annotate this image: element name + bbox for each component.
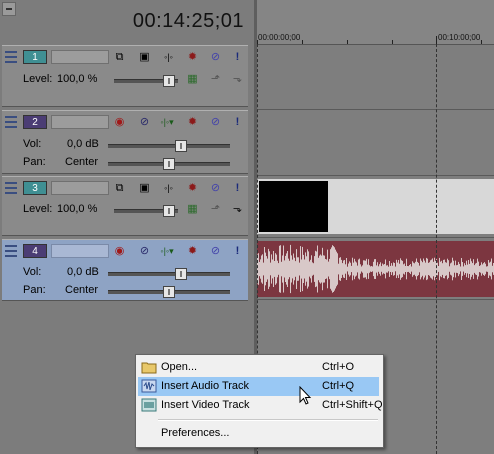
track-name-field[interactable] [51,115,109,129]
volume-slider[interactable] [108,268,230,280]
vol-label: Vol: [23,266,42,278]
move-down-icon[interactable]: ⬎ [231,73,244,86]
parent-icon[interactable]: ▣ [138,51,151,64]
level-label: Level: [23,73,53,85]
level-label: Level: [23,203,53,215]
menu-item-insert-audio-track[interactable]: Insert Audio Track Ctrl+Q [138,377,379,396]
vol-label: Vol: [23,138,42,150]
pan-value: Center [65,156,99,168]
compositing-icon[interactable]: ⧉ [113,51,126,64]
parent-icon[interactable]: ▣ [138,182,151,195]
move-down-icon[interactable]: ⬎ [231,203,244,216]
pan-value: Center [65,284,99,296]
mouse-cursor-icon [299,386,312,405]
volume-slider-thumb[interactable] [175,140,188,152]
invert-phase-icon[interactable]: ⊘ [138,245,151,258]
track-number: 3 [23,181,47,195]
timecode-display: 00:14:25;01 [132,10,244,32]
level-slider-thumb[interactable] [162,205,175,217]
pan-slider-thumb[interactable] [163,286,175,298]
track-lane-3[interactable] [257,176,494,238]
track-lane-1[interactable] [257,45,494,110]
compositing-icon[interactable]: ⧉ [113,182,126,195]
video-thumbnail [259,181,328,232]
mute-icon[interactable]: ⊘ [209,116,222,129]
fx-icon[interactable]: ◦|◦▾ [156,245,178,258]
menu-item-preferences[interactable]: Preferences... [138,424,379,443]
volume-slider-thumb[interactable] [175,268,188,280]
pan-label: Pan: [23,156,46,168]
menu-item-open[interactable]: Open... Ctrl+O [138,358,379,377]
move-up-icon[interactable]: ⬏ [209,73,222,86]
track-grip-icon[interactable] [5,182,17,198]
solo-icon[interactable]: ! [231,245,244,258]
track-motion-icon[interactable]: ▦ [186,203,199,216]
track-header-video[interactable]: 1 ⧉ ▣ ◦|◦ ✹ ⊘ ! Level: 100,0 % ▦ ⬏ ⬎ [2,45,248,107]
track-grip-icon[interactable] [5,245,17,261]
automation-icon[interactable]: ✹ [186,245,199,258]
vol-value: 0,0 dB [67,266,99,278]
move-up-icon[interactable]: ⬏ [209,203,222,216]
track-name-field[interactable] [51,244,109,258]
automation-icon[interactable]: ✹ [186,182,199,195]
folder-icon [141,362,157,374]
solo-icon[interactable]: ! [231,51,244,64]
audio-event[interactable] [257,241,494,297]
pan-slider-thumb[interactable] [163,158,175,170]
solo-icon[interactable]: ! [231,116,244,129]
track-header-audio-selected[interactable]: 4 ◉ ⊘ ◦|◦▾ ✹ ⊘ ! Vol: 0,0 dB Pan: Center [2,239,248,301]
fx-icon[interactable]: ◦|◦▾ [156,116,178,129]
pan-slider[interactable] [108,286,230,298]
track-name-field[interactable] [51,181,109,195]
track-lane-4[interactable] [257,238,494,300]
track-grip-icon[interactable] [5,116,17,132]
track-number: 2 [23,115,47,129]
track-motion-icon[interactable]: ▦ [186,73,199,86]
video-event[interactable] [257,179,494,234]
automation-icon[interactable]: ✹ [186,116,199,129]
track-lane-2[interactable] [257,110,494,176]
automation-icon[interactable]: ✹ [186,51,199,64]
mute-icon[interactable]: ⊘ [209,51,222,64]
level-slider[interactable] [114,75,178,87]
track-grip-icon[interactable] [5,51,17,67]
mute-icon[interactable]: ⊘ [209,182,222,195]
menu-item-insert-video-track[interactable]: Insert Video Track Ctrl+Shift+Q [138,396,383,415]
pan-label: Pan: [23,284,46,296]
fx-icon[interactable]: ◦|◦ [162,51,175,64]
level-value: 100,0 % [57,73,98,85]
level-slider-thumb[interactable] [162,75,175,87]
time-ruler[interactable]: 00:00:00;00 00:10:00;00 [257,0,494,45]
track-header-audio[interactable]: 2 ◉ ⊘ ◦|◦▾ ✹ ⊘ ! Vol: 0,0 dB Pan: Center [2,110,248,174]
track-name-field[interactable] [51,50,109,64]
record-arm-icon[interactable]: ◉ [113,116,126,129]
solo-icon[interactable]: ! [231,182,244,195]
ruler-label-mark: 00:10:00;00 [438,33,481,42]
video-track-icon [141,398,157,412]
level-value: 100,0 % [57,203,98,215]
track-number: 1 [23,50,47,64]
record-arm-icon[interactable]: ◉ [113,245,126,258]
ruler-label-start: 00:00:00;00 [258,33,301,42]
invert-phase-icon[interactable]: ⊘ [138,116,151,129]
level-slider[interactable] [114,205,178,217]
fx-icon[interactable]: ◦|◦ [162,182,175,195]
menu-separator [158,419,378,421]
track-header-video[interactable]: 3 ⧉ ▣ ◦|◦ ✹ ⊘ ! Level: 100,0 % ▦ ⬏ ⬎ [2,176,248,236]
mute-icon[interactable]: ⊘ [209,245,222,258]
marker-line [436,44,437,454]
context-menu: Open... Ctrl+O Insert Audio Track Ctrl+Q… [135,354,384,448]
vol-value: 0,0 dB [67,138,99,150]
pin-icon[interactable] [2,2,16,16]
audio-track-icon [141,379,157,393]
track-number: 4 [23,244,47,258]
pan-slider[interactable] [108,158,230,170]
volume-slider[interactable] [108,140,230,152]
